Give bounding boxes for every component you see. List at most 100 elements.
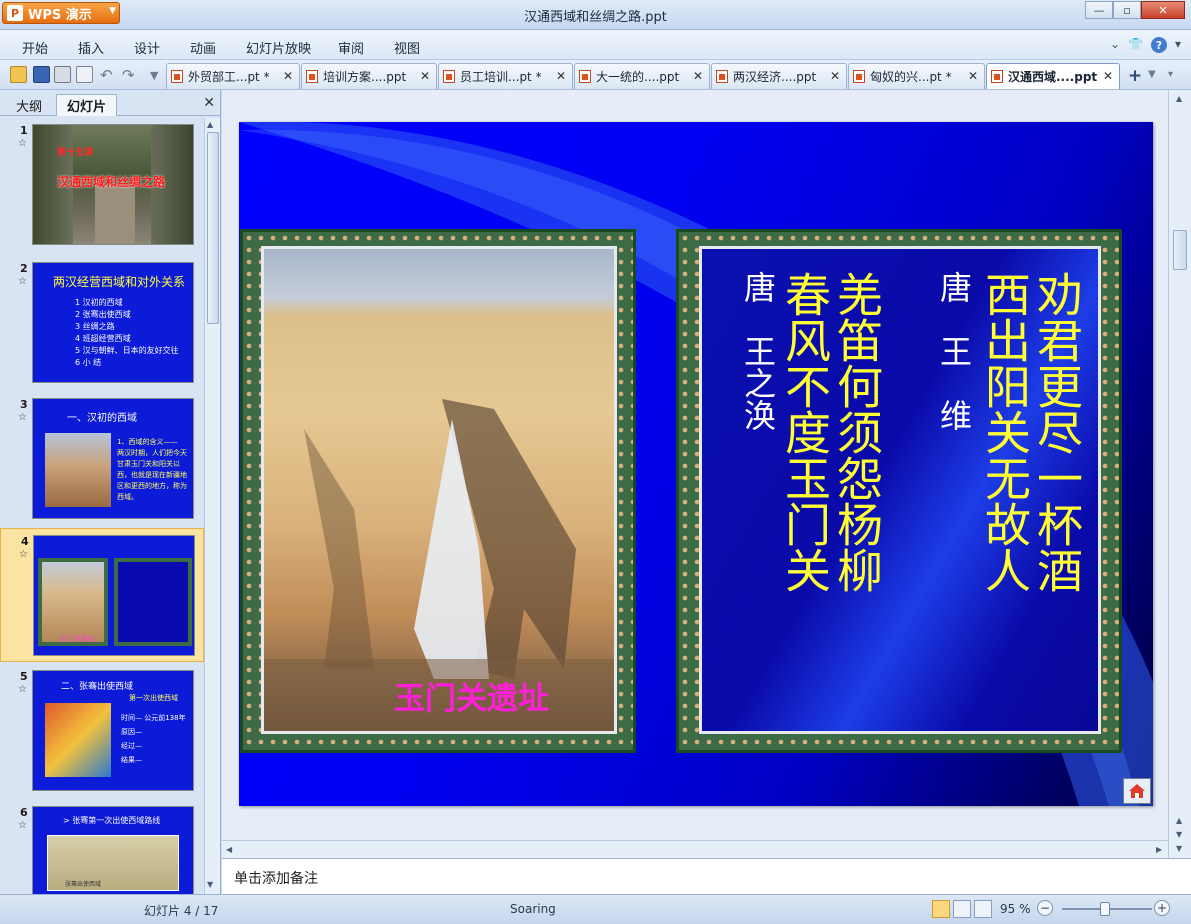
poem1-line2: 西出阳关无故人 [978,271,1032,593]
ppt-file-icon [443,70,455,83]
page-down-icon[interactable]: ▼ [1176,830,1182,839]
ppt-file-icon [853,70,865,83]
window-title: 汉通西域和丝绸之路.ppt [524,10,667,25]
menu-insert[interactable]: 插入 [78,38,104,57]
zoom-in-icon[interactable]: + [1154,900,1170,916]
photo-frame: 玉门关遗址 [240,229,636,753]
doc-tab-4[interactable]: 大一统的....ppt ✕ [574,63,710,89]
open-folder-icon[interactable] [10,66,27,83]
photo-caption: 玉门关遗址 [394,681,549,717]
doc-tab-1[interactable]: 外贸部工...pt * ✕ [166,63,300,89]
animation-star-icon: ☆ [18,412,27,423]
normal-view-icon[interactable] [932,900,950,918]
ppt-file-icon [579,70,591,83]
ppt-file-icon [171,70,183,83]
close-icon[interactable]: ✕ [283,69,293,83]
scroll-left-icon[interactable]: ◀ [226,845,232,854]
close-icon[interactable]: ✕ [1103,69,1113,83]
close-icon[interactable]: ✕ [968,69,978,83]
slide-panel: 大纲 幻灯片 ✕ 1 ☆ 第十五课 汉通西域和丝绸之路 2 ☆ 两汉经营西域和对… [0,90,221,894]
slide-thumbnail-2[interactable]: 2 ☆ 两汉经营西域和对外关系 1 汉初的西域 2 张骞出使西域 3 丝绸之路 … [0,256,204,390]
poem2-author: 唐 王之涣 [739,271,777,431]
poem1-line1: 劝君更尽一杯酒 [1030,271,1084,593]
slideshow-view-icon[interactable] [974,900,992,918]
close-icon[interactable]: ✕ [830,69,840,83]
print-icon[interactable] [54,66,71,83]
scrollbar-thumb[interactable] [207,132,219,324]
zoom-out-icon[interactable]: − [1037,900,1053,916]
scroll-right-icon[interactable]: ▶ [1156,845,1162,854]
poem1-author: 唐 王 维 [935,271,973,431]
yumenguan-photo: 玉门关遗址 [261,246,617,734]
scroll-down-icon[interactable]: ▼ [207,880,213,889]
print-preview-icon[interactable] [76,66,93,83]
doc-tab-2[interactable]: 培训方案....ppt ✕ [301,63,437,89]
help-icon[interactable]: ? [1150,37,1167,53]
slide-thumbnail-6[interactable]: 6 ☆ > 张骞第一次出使西域路线 张骞出使西域 [0,800,204,894]
doc-tab-7-active[interactable]: 汉通西域....ppt ✕ [986,63,1120,89]
scroll-up-icon[interactable]: ▲ [1176,94,1182,103]
slide-thumbnail-5[interactable]: 5 ☆ 二、张骞出使西域 第一次出使西域 时间— 公元前138年 原因— 经过—… [0,664,204,798]
slide-thumbnail-4-selected[interactable]: 4 ☆ 玉门关遗址 [0,528,204,662]
ppt-file-icon [306,70,318,83]
poem-panel: 劝君更尽一杯酒 西出阳关无故人 唐 王 维 羌笛何须怨杨柳 春风不度玉门关 唐 … [699,246,1101,734]
slide-vertical-scrollbar[interactable]: ▲ ▲ ▼ ▼ [1168,90,1191,858]
page-up-icon[interactable]: ▲ [1176,816,1182,825]
close-icon[interactable]: ✕ [420,69,430,83]
undo-icon[interactable]: ↶ [100,66,113,84]
menu-review[interactable]: 审阅 [338,38,364,57]
slide-horizontal-scrollbar[interactable]: ◀ ▶ [222,840,1168,858]
maximize-icon[interactable]: ▫ [1113,1,1141,19]
close-icon[interactable]: ✕ [1141,1,1185,19]
menu-view[interactable]: 视图 [394,38,420,57]
slide-thumbnail-3[interactable]: 3 ☆ 一、汉初的西域 1、西域的含义—— 两汉时期，人们把今天甘肃玉门关和阳关… [0,392,204,526]
skin-icon[interactable]: 👕 [1128,37,1143,53]
panel-tabs: 大纲 幻灯片 ✕ [0,90,221,116]
tab-list-icon[interactable]: ▼ [1148,69,1156,80]
ppt-file-icon [991,70,1003,83]
tab-outline[interactable]: 大纲 [6,94,52,116]
minimize-icon[interactable]: — [1085,1,1113,19]
poem2-line1: 羌笛何须怨杨柳 [830,271,884,593]
animation-star-icon: ☆ [19,549,28,560]
scroll-up-icon[interactable]: ▲ [207,120,213,129]
scroll-down-icon[interactable]: ▼ [1176,844,1182,853]
thumbnail-scrollbar[interactable]: ▲ ▼ [204,118,220,894]
home-icon[interactable] [1123,778,1151,804]
poem-frame: 劝君更尽一杯酒 西出阳关无故人 唐 王 维 羌笛何须怨杨柳 春风不度玉门关 唐 … [676,229,1122,753]
menu-animation[interactable]: 动画 [190,38,216,57]
animation-star-icon: ☆ [18,276,27,287]
slide-thumbnail-1[interactable]: 1 ☆ 第十五课 汉通西域和丝绸之路 [0,118,204,252]
animation-star-icon: ☆ [18,138,27,149]
status-bar: 幻灯片 4 / 17 Soaring 95 % − + [0,894,1191,924]
zoom-level: 95 % [1000,902,1031,916]
doc-tab-6[interactable]: 匈奴的兴...pt * ✕ [848,63,985,89]
toolbar-dropdown-icon[interactable]: ▼ [150,69,158,82]
close-icon[interactable]: ✕ [203,95,215,111]
save-icon[interactable] [33,66,50,83]
close-icon[interactable]: ✕ [556,69,566,83]
animation-star-icon: ☆ [18,684,27,695]
menu-slideshow[interactable]: 幻灯片放映 [246,38,311,57]
redo-icon[interactable]: ↷ [122,66,135,84]
tab-menu-icon[interactable]: ▾ [1168,69,1173,80]
thumbnail-list: 1 ☆ 第十五课 汉通西域和丝绸之路 2 ☆ 两汉经营西域和对外关系 1 汉初的… [0,118,204,894]
ppt-file-icon [716,70,728,83]
close-icon[interactable]: ✕ [693,69,703,83]
slide-counter: 幻灯片 4 / 17 [144,904,219,918]
slide-sorter-icon[interactable] [953,900,971,918]
scrollbar-thumb[interactable] [1173,230,1187,270]
menu-design[interactable]: 设计 [134,38,160,57]
menu-start[interactable]: 开始 [22,38,48,57]
zoom-slider-handle[interactable] [1099,902,1110,916]
chevron-down-icon[interactable]: ⌄ [1110,37,1120,53]
doc-tab-3[interactable]: 员工培训...pt * ✕ [438,63,573,89]
slide-editor[interactable]: 玉门关遗址 劝君更尽一杯酒 西出阳关无故人 唐 王 维 羌笛何须怨杨柳 春风不度… [222,90,1168,840]
tab-slides[interactable]: 幻灯片 [56,94,118,116]
chevron-down-icon[interactable]: ▾ [1175,37,1181,53]
doc-tab-5[interactable]: 两汉经济....ppt ✕ [711,63,847,89]
slide-canvas[interactable]: 玉门关遗址 劝君更尽一杯酒 西出阳关无故人 唐 王 维 羌笛何须怨杨柳 春风不度… [239,122,1153,806]
new-tab-button[interactable]: + [1124,65,1146,87]
notes-field[interactable]: 单击添加备注 [222,858,1191,894]
quick-toolbar: ↶ ↷ ▼ 外贸部工...pt * ✕ 培训方案....ppt ✕ 员工培训..… [0,60,1191,90]
